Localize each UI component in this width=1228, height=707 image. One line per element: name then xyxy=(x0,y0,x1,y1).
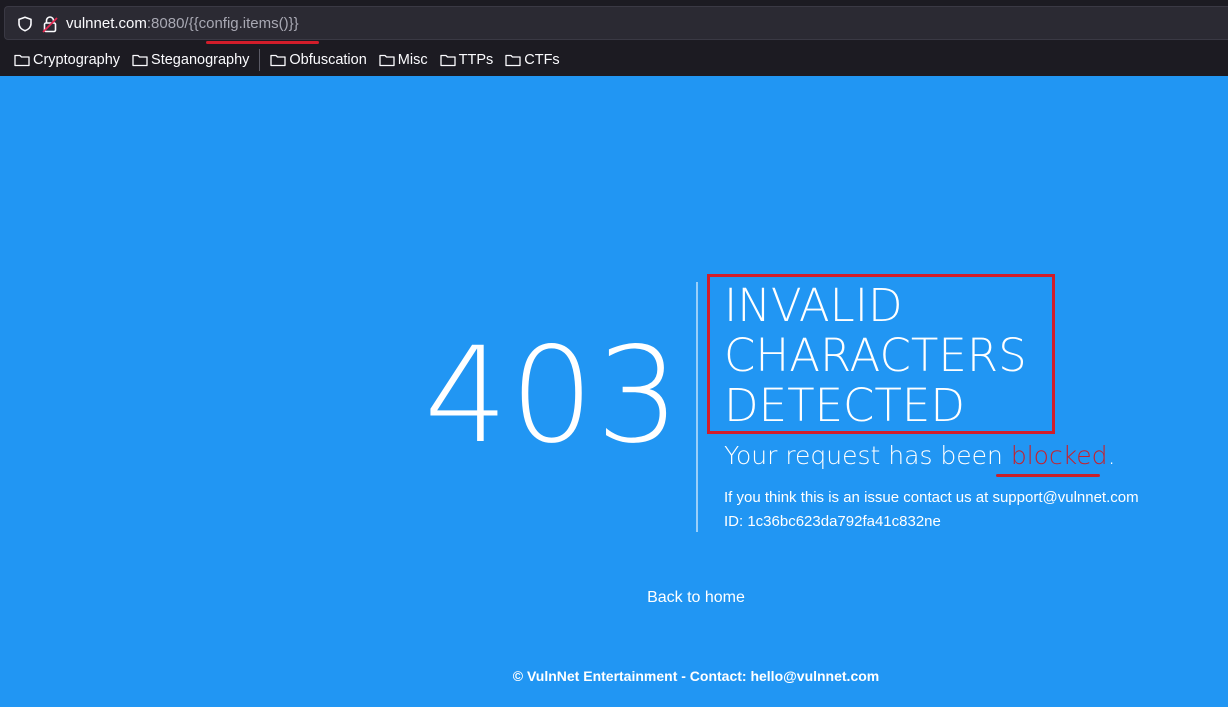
subtitle-blocked-word: blocked xyxy=(1010,441,1108,470)
folder-icon xyxy=(379,54,395,67)
bookmark-folder-steganography[interactable]: Steganography xyxy=(132,52,249,68)
bookmark-label: Misc xyxy=(397,52,428,68)
back-to-home-link[interactable]: Back to home xyxy=(647,589,745,606)
url-path: :8080/{{config.items()}} xyxy=(146,15,299,32)
shield-icon[interactable] xyxy=(17,16,33,32)
error-title-line-2: CHARACTERS xyxy=(724,329,1027,382)
url-text[interactable]: vulnnet.com:8080/{{config.items()}} xyxy=(66,15,299,33)
footer-text: © VulnNet Entertainment - Contact: hello… xyxy=(512,668,880,684)
address-bar[interactable]: vulnnet.com:8080/{{config.items()}} xyxy=(4,6,1228,44)
error-info: If you think this is an issue contact us… xyxy=(724,486,1139,534)
subtitle-prefix: Your request has been xyxy=(724,441,1011,470)
bookmark-label: CTFs xyxy=(524,52,560,68)
annotation-underline-blocked xyxy=(996,474,1100,477)
request-id-text: ID: 1c36bc623da792fa41c832ne xyxy=(724,513,941,530)
folder-icon xyxy=(14,54,30,67)
bookmark-folder-cryptography[interactable]: Cryptography xyxy=(14,52,120,68)
error-page: 403 INVALID CHARACTERS DETECTED Your req… xyxy=(0,76,1228,707)
folder-icon xyxy=(132,54,148,67)
error-code: 403 xyxy=(424,319,682,473)
bookmark-label: Cryptography xyxy=(33,52,121,68)
bookmark-separator xyxy=(259,49,261,71)
bookmark-folder-ctfs[interactable]: CTFs xyxy=(505,52,560,68)
bookmark-folder-obfuscation[interactable]: Obfuscation xyxy=(270,52,367,68)
url-host: vulnnet.com xyxy=(66,15,147,32)
folder-icon xyxy=(270,54,287,67)
insecure-lock-icon[interactable] xyxy=(42,15,58,33)
bookmark-label: Steganography xyxy=(151,52,250,68)
annotation-underline-url xyxy=(206,41,319,44)
folder-icon xyxy=(439,54,456,67)
bookmark-folder-ttps[interactable]: TTPs xyxy=(439,52,494,68)
vertical-divider xyxy=(696,282,698,532)
error-title-line-1: INVALID xyxy=(724,279,903,332)
bookmark-label: TTPs xyxy=(458,52,494,68)
bookmark-folder-misc[interactable]: Misc xyxy=(379,52,428,68)
error-title: INVALID CHARACTERS DETECTED xyxy=(724,281,1027,431)
folder-icon xyxy=(505,54,521,67)
error-subtitle: Your request has been blocked. xyxy=(724,440,1116,472)
bookmark-label: Obfuscation xyxy=(289,52,367,68)
bookmarks-toolbar: Cryptography Steganography Obfuscation M… xyxy=(0,46,1228,74)
back-to-home-container: Back to home xyxy=(0,589,1228,607)
error-title-line-3: DETECTED xyxy=(724,379,965,432)
subtitle-suffix: . xyxy=(1107,441,1116,470)
support-contact-text: If you think this is an issue contact us… xyxy=(724,489,1139,506)
browser-chrome: vulnnet.com:8080/{{config.items()}} Cryp… xyxy=(0,0,1228,76)
